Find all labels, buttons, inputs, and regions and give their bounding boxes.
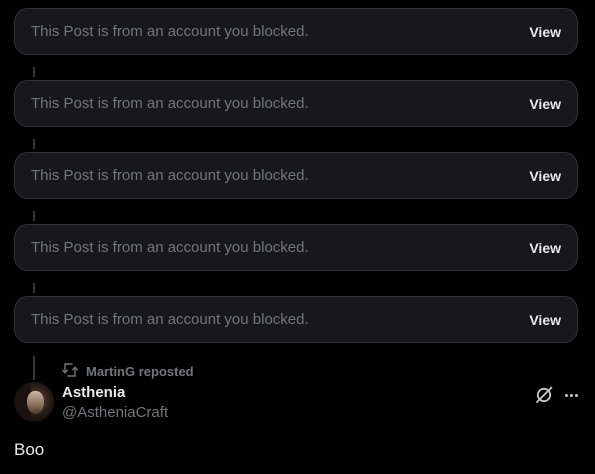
- blocked-post-card: This Post is from an account you blocked…: [14, 80, 578, 127]
- blocked-post-message: This Post is from an account you blocked…: [31, 239, 309, 256]
- view-button[interactable]: View: [529, 168, 561, 184]
- blocked-post-card: This Post is from an account you blocked…: [14, 152, 578, 199]
- author-handle[interactable]: @AstheniaCraft: [62, 404, 168, 421]
- thread-connector: [33, 356, 35, 380]
- more-dot: [564, 393, 568, 397]
- blocked-post-message: This Post is from an account you blocked…: [31, 23, 309, 40]
- more-dot: [569, 393, 573, 397]
- more-dot: [574, 393, 578, 397]
- repost-label: MartinG reposted: [86, 364, 194, 379]
- avatar-face: [27, 391, 44, 414]
- thread-connector: [33, 283, 35, 293]
- post-text: Boo: [14, 440, 45, 459]
- blocked-post-card: This Post is from an account you blocked…: [14, 224, 578, 271]
- author-name[interactable]: Asthenia: [62, 384, 125, 401]
- blocked-post-card: This Post is from an account you blocked…: [14, 8, 578, 55]
- view-button[interactable]: View: [529, 312, 561, 328]
- blocked-post-card: This Post is from an account you blocked…: [14, 296, 578, 343]
- more-icon[interactable]: [561, 385, 581, 405]
- view-button[interactable]: View: [529, 24, 561, 40]
- blocked-post-message: This Post is from an account you blocked…: [31, 167, 309, 184]
- thread-connector: [33, 211, 35, 221]
- grok-icon[interactable]: [534, 385, 554, 405]
- view-button[interactable]: View: [529, 240, 561, 256]
- thread-connector: [33, 67, 35, 77]
- repost-indicator[interactable]: MartinG reposted: [62, 363, 194, 380]
- blocked-post-message: This Post is from an account you blocked…: [31, 95, 309, 112]
- timeline: This Post is from an account you blocked…: [0, 0, 595, 474]
- blocked-post-message: This Post is from an account you blocked…: [31, 311, 309, 328]
- view-button[interactable]: View: [529, 96, 561, 112]
- repost-icon: [62, 363, 78, 380]
- avatar[interactable]: [14, 382, 54, 422]
- thread-connector: [33, 139, 35, 149]
